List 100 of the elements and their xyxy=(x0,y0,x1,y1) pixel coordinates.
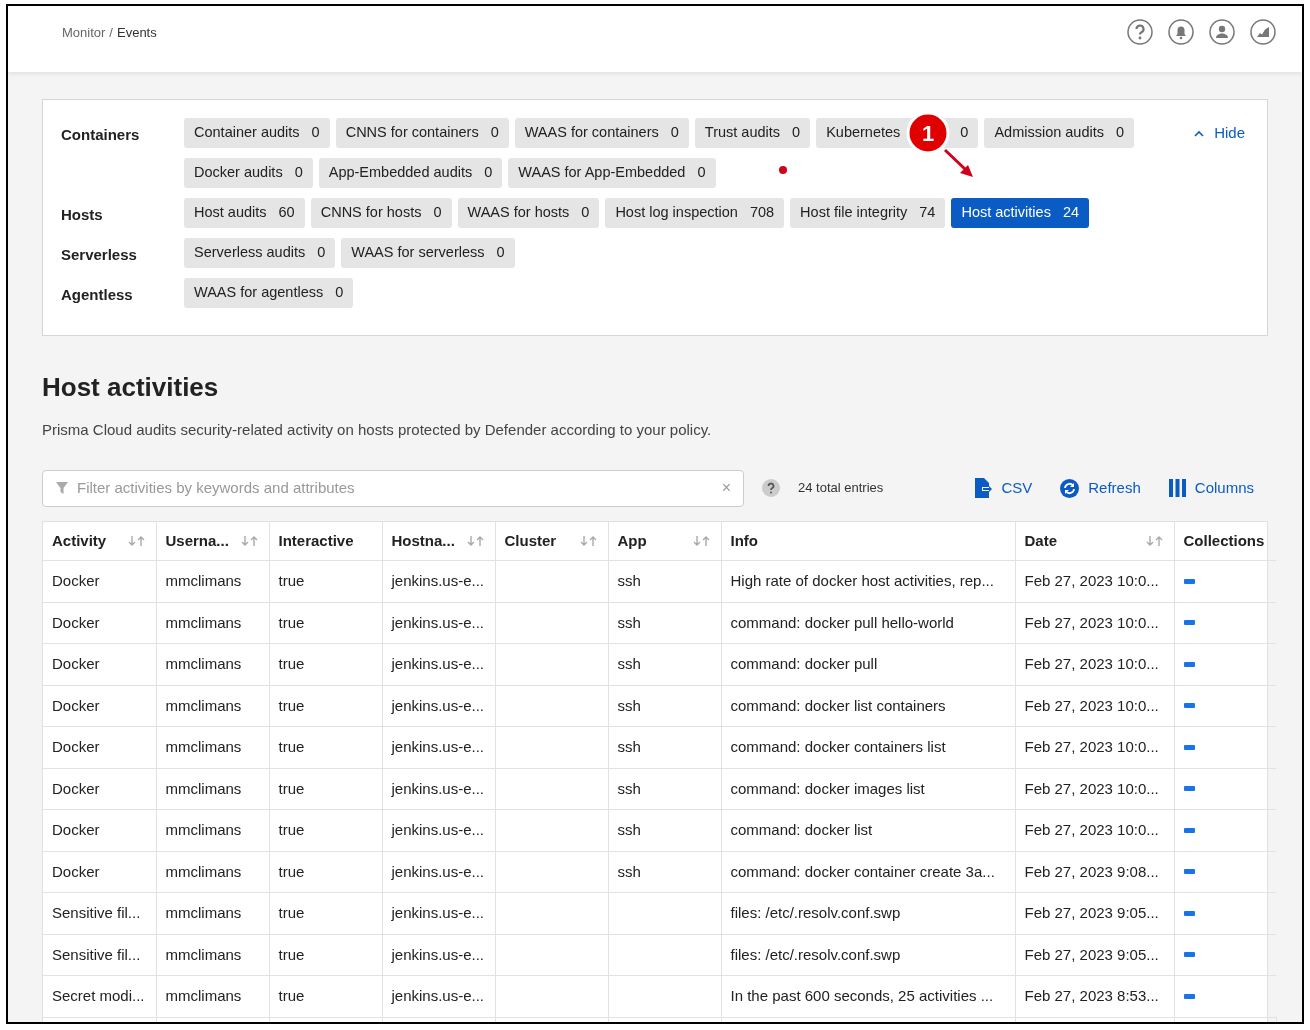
table-cell: command: docker list containers xyxy=(721,685,1015,727)
collection-tag-icon xyxy=(1183,869,1195,875)
filter-chip[interactable]: WAAS for App-Embedded 0 xyxy=(508,158,716,188)
help-icon[interactable] xyxy=(762,479,780,497)
filter-chip[interactable]: Host file integrity 74 xyxy=(790,198,946,228)
table-cell: mmclimans xyxy=(156,809,269,851)
collection-tag-icon xyxy=(1183,910,1195,916)
filter-chip[interactable]: Host log inspection 708 xyxy=(605,198,785,228)
filter-chip[interactable]: WAAS for serverless 0 xyxy=(341,238,515,268)
filter-chip[interactable]: WAAS for hosts 0 xyxy=(457,198,600,228)
column-header[interactable]: Date xyxy=(1015,521,1174,561)
table-cell: jenkins.us-e... xyxy=(382,685,495,727)
table-cell: true xyxy=(269,809,382,851)
table-cell: ssh xyxy=(608,602,721,644)
hide-button[interactable]: Hide xyxy=(1194,121,1245,145)
breadcrumb-current: Events xyxy=(117,24,157,43)
filter-chip[interactable]: App-Embedded audits 0 xyxy=(318,158,503,188)
table-cell: ssh xyxy=(608,768,721,810)
filter-chip[interactable]: Container audits 0 xyxy=(184,118,330,148)
sort-icon[interactable] xyxy=(578,533,599,548)
help-icon[interactable] xyxy=(1127,19,1153,45)
callout-arrow xyxy=(944,148,974,177)
user-icon[interactable] xyxy=(1209,19,1235,45)
table-cell: ssh xyxy=(608,726,721,768)
table-cell: true xyxy=(269,726,382,768)
table-cell: mmclimans xyxy=(156,892,269,934)
column-header[interactable]: Cluster xyxy=(495,521,608,561)
table-cell: true xyxy=(269,934,382,976)
table-cell: Feb 27, 2023 10:0... xyxy=(1015,685,1174,727)
table-cell: Docker xyxy=(43,726,156,768)
table-cell: mmclimans xyxy=(156,560,269,602)
table-cell: ssh xyxy=(608,851,721,893)
table-cell: command: docker container create 3a... xyxy=(721,851,1015,893)
filter-chip[interactable]: Host activities 24 xyxy=(951,198,1090,228)
column-header: Info xyxy=(721,521,1015,561)
collection-tag-icon xyxy=(1183,786,1195,792)
table-cell: mmclimans xyxy=(156,726,269,768)
table-cell: Feb 27, 2023 10:0... xyxy=(1015,602,1174,644)
table-cell: true xyxy=(269,602,382,644)
table-cell: High rate of docker host activities, rep... xyxy=(721,560,1015,602)
group-label: Hosts xyxy=(61,205,104,225)
table-cell: jenkins.us-e... xyxy=(382,602,495,644)
filter-chip[interactable]: Admission audits 0 xyxy=(984,118,1135,148)
column-header[interactable]: Activity xyxy=(43,521,156,561)
table-cell: Docker xyxy=(43,809,156,851)
file-export-icon xyxy=(974,478,993,498)
sort-icon[interactable] xyxy=(1144,533,1165,548)
table-cell: Feb 27, 2023 8:53... xyxy=(1015,975,1174,1017)
table-cell: files: /etc/.resolv.conf.swp xyxy=(721,934,1015,976)
table-cell: command: docker pull hello-world xyxy=(721,602,1015,644)
sort-icon[interactable] xyxy=(691,533,712,548)
table-cell: true xyxy=(269,643,382,685)
column-header[interactable]: Hostna... xyxy=(382,521,495,561)
table-cell: Docker xyxy=(43,560,156,602)
csv-button[interactable]: CSV xyxy=(974,476,1033,500)
table-cell: jenkins.us-e... xyxy=(382,975,495,1017)
filter-chip[interactable]: CNNS for containers 0 xyxy=(335,118,509,148)
table-cell: Feb 27, 2023 9:08... xyxy=(1015,851,1174,893)
breadcrumb-link[interactable]: Monitor xyxy=(62,23,106,43)
filter-chip[interactable]: WAAS for containers 0 xyxy=(514,118,689,148)
bell-icon[interactable] xyxy=(1168,19,1194,45)
table-cell: mmclimans xyxy=(156,975,269,1017)
columns-icon xyxy=(1168,479,1186,497)
page-title: Host activities xyxy=(42,371,220,404)
collection-tag-icon xyxy=(1183,744,1195,750)
table-cell: ssh xyxy=(608,560,721,602)
table-cell: Docker xyxy=(43,602,156,644)
filter-chip[interactable]: Host audits 60 xyxy=(184,198,305,228)
table-cell: true xyxy=(269,768,382,810)
table-cell: jenkins.us-e... xyxy=(382,892,495,934)
chevron-up-icon xyxy=(1194,129,1205,137)
collection-tag-icon xyxy=(1183,993,1195,999)
collection-tag-icon xyxy=(1183,703,1195,709)
column-header[interactable]: Userna... xyxy=(156,521,269,561)
filter-chip[interactable]: WAAS for agentless 0 xyxy=(184,278,354,308)
collection-tag-icon xyxy=(1183,827,1195,833)
table-cell: Feb 27, 2023 10:0... xyxy=(1015,809,1174,851)
table-cell: true xyxy=(269,975,382,1017)
filter-chip[interactable]: Docker audits 0 xyxy=(184,158,313,188)
filter-chip[interactable]: Trust audits 0 xyxy=(694,118,811,148)
collection-tag-icon xyxy=(1183,952,1195,958)
sort-icon[interactable] xyxy=(465,533,486,548)
refresh-icon xyxy=(1060,478,1080,498)
filter-chip[interactable]: CNNS for hosts 0 xyxy=(310,198,452,228)
columns-button[interactable]: Columns xyxy=(1168,476,1254,500)
column-header[interactable]: App xyxy=(608,521,721,561)
table-cell: ssh xyxy=(608,643,721,685)
chart-icon[interactable] xyxy=(1250,19,1276,45)
table-cell: mmclimans xyxy=(156,602,269,644)
filter-chip[interactable]: Serverless audits 0 xyxy=(184,238,336,268)
table-cell: jenkins.us-e... xyxy=(382,726,495,768)
table-cell: mmclimans xyxy=(156,643,269,685)
sort-icon[interactable] xyxy=(126,533,147,548)
refresh-button[interactable]: Refresh xyxy=(1060,476,1141,500)
callout-tooltip: 1 xyxy=(906,111,950,155)
sort-icon[interactable] xyxy=(239,533,260,548)
table-cell: Feb 27, 2023 10:0... xyxy=(1015,768,1174,810)
table-cell: Feb 27, 2023 9:05... xyxy=(1015,934,1174,976)
table-cell: jenkins.us-e... xyxy=(382,851,495,893)
table-cell: mmclimans xyxy=(156,934,269,976)
